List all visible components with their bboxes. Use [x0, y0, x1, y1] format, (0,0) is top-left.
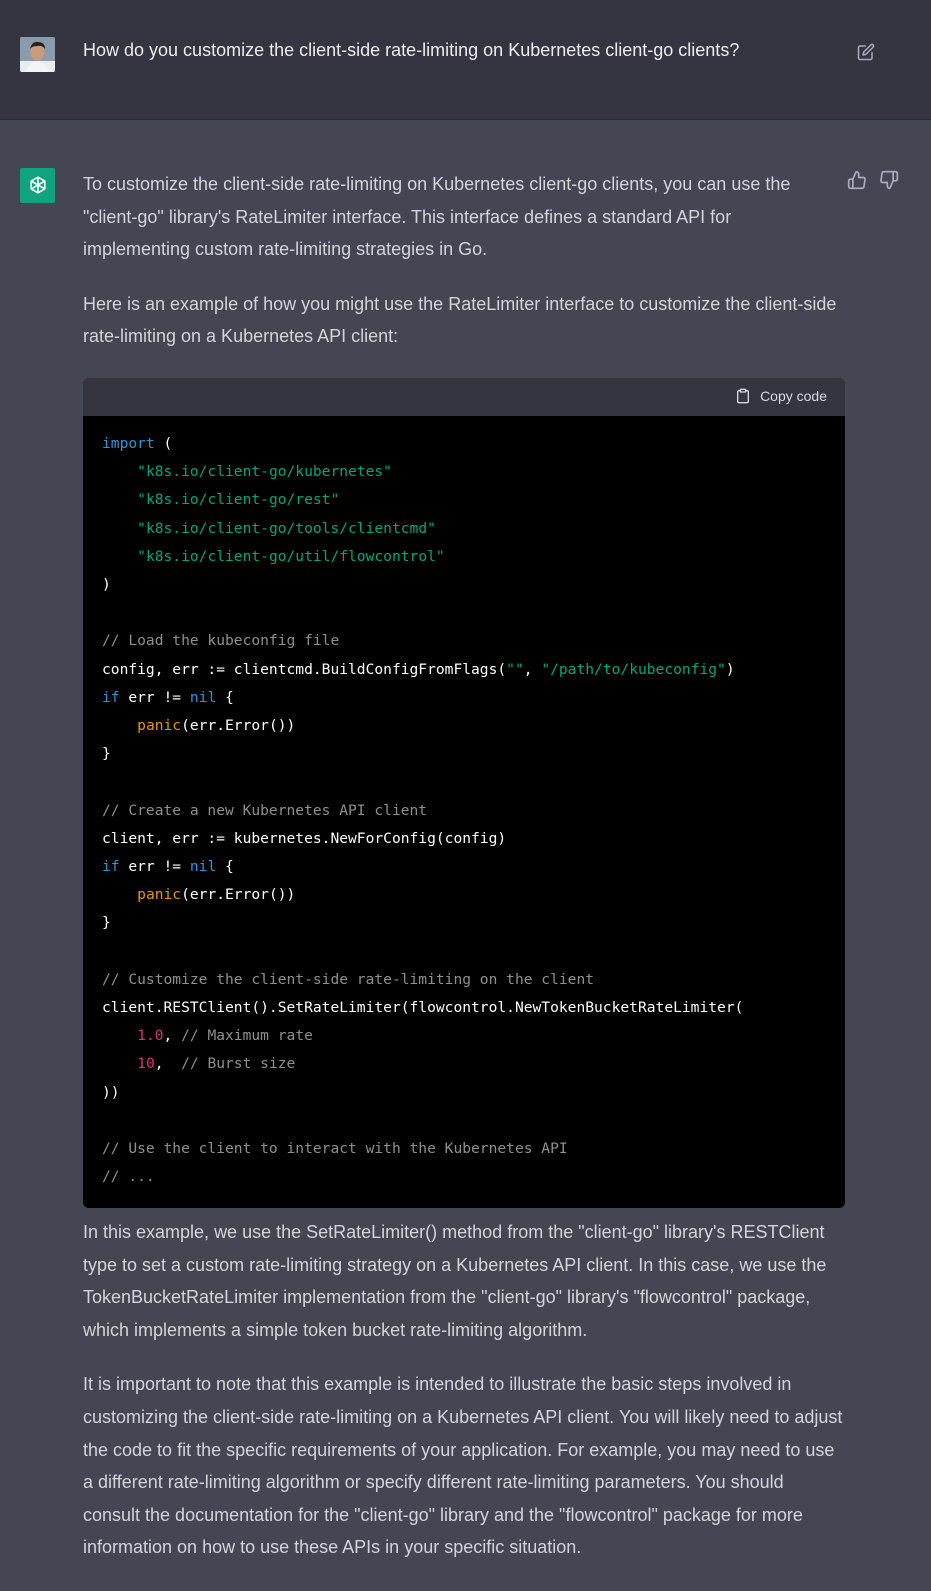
thumbs-up-icon[interactable]: [847, 170, 867, 190]
code-token: config, err := clientcmd.BuildConfigFrom…: [102, 660, 507, 678]
code-line: client.RESTClient().SetRateLimiter(flowc…: [102, 994, 826, 1022]
code-token: // Maximum rate: [181, 1027, 313, 1045]
code-token: ,: [523, 660, 542, 678]
code-token: "k8s.io/client-go/util/flowcontrol": [137, 547, 445, 565]
code-line: import (: [102, 430, 826, 458]
assistant-answer-continued: In this example, we use the SetRateLimit…: [83, 1216, 843, 1564]
user-message-row: How do you customize the client-side rat…: [0, 0, 931, 120]
code-line: panic(err.Error()): [102, 712, 826, 740]
code-token: ,: [154, 1055, 182, 1073]
code-line: if err != nil {: [102, 684, 826, 712]
code-line: // Customize the client-side rate-limiti…: [102, 966, 826, 994]
code-line: "k8s.io/client-go/util/flowcontrol": [102, 543, 826, 571]
answer-paragraph-4: It is important to note that this exampl…: [83, 1374, 843, 1558]
code-line: ​: [102, 768, 826, 796]
code-line: // Create a new Kubernetes API client: [102, 797, 826, 825]
code-token: "k8s.io/client-go/tools/clientcmd": [137, 519, 436, 537]
code-token: "k8s.io/client-go/kubernetes": [137, 463, 392, 481]
user-message-text: How do you customize the client-side rat…: [83, 40, 740, 60]
code-token: (: [154, 435, 173, 452]
code-token: client.RESTClient().SetRateLimiter(flowc…: [102, 999, 744, 1017]
code-token: "": [506, 660, 524, 678]
code-line: "k8s.io/client-go/tools/clientcmd": [102, 515, 826, 543]
code-token: err !=: [119, 858, 190, 876]
code-token: // Customize the client-side rate-limiti…: [102, 970, 595, 988]
code-line: )): [102, 1079, 826, 1107]
copy-code-label: Copy code: [760, 388, 827, 404]
code-content[interactable]: import ( "k8s.io/client-go/kubernetes" "…: [83, 416, 845, 1205]
user-avatar: [20, 37, 55, 72]
code-token: 1.0: [137, 1027, 164, 1045]
code-line: "k8s.io/client-go/rest": [102, 486, 826, 514]
code-line: "k8s.io/client-go/kubernetes": [102, 458, 826, 486]
code-token: client, err := kubernetes.NewForConfig(c…: [102, 829, 507, 847]
code-token: nil: [189, 858, 217, 876]
code-token: nil: [189, 688, 217, 706]
code-token: {: [216, 858, 234, 876]
code-line: }: [102, 909, 826, 937]
code-line: panic(err.Error()): [102, 881, 826, 909]
code-token: }: [102, 914, 111, 932]
code-token: if: [102, 688, 120, 706]
code-token: (err.Error()): [181, 717, 296, 735]
code-token: ): [102, 576, 111, 594]
thumbs-down-icon[interactable]: [879, 170, 899, 190]
code-token: // Load the kubeconfig file: [102, 632, 340, 650]
code-block: Copy code import ( "k8s.io/client-go/kub…: [83, 378, 845, 1208]
code-token: )): [102, 1083, 120, 1101]
code-line: config, err := clientcmd.BuildConfigFrom…: [102, 656, 826, 684]
code-line: ​: [102, 599, 826, 627]
code-block-header: Copy code: [83, 378, 845, 416]
answer-paragraph-2: Here is an example of how you might use …: [83, 293, 837, 347]
code-token: }: [102, 745, 111, 763]
code-line: // Load the kubeconfig file: [102, 627, 826, 655]
code-line: 1.0, // Maximum rate: [102, 1022, 826, 1050]
code-token: // ...: [102, 1168, 155, 1186]
code-token: err !=: [119, 688, 190, 706]
code-line: // ...: [102, 1163, 826, 1191]
assistant-answer: To customize the client-side rate-limiti…: [83, 168, 843, 353]
assistant-avatar: [20, 168, 55, 203]
code-token: (err.Error()): [181, 886, 296, 904]
code-line: 10, // Burst size: [102, 1050, 826, 1078]
code-token: // Burst size: [181, 1055, 296, 1073]
code-token: if: [102, 858, 120, 876]
code-line: ​: [102, 938, 826, 966]
answer-paragraph-1: To customize the client-side rate-limiti…: [83, 174, 791, 260]
clipboard-icon: [737, 388, 750, 404]
code-token: 10: [137, 1055, 155, 1073]
code-line: ​: [102, 1107, 826, 1135]
code-token: "/path/to/kubeconfig": [541, 660, 726, 678]
code-token: // Create a new Kubernetes API client: [102, 801, 428, 819]
code-token: // Use the client to interact with the K…: [102, 1140, 568, 1158]
code-line: client, err := kubernetes.NewForConfig(c…: [102, 825, 826, 853]
code-token: ,: [163, 1027, 182, 1045]
code-line: if err != nil {: [102, 853, 826, 881]
code-token: import: [102, 435, 155, 452]
pencil-square-icon[interactable]: [857, 43, 875, 61]
code-token: panic: [137, 886, 182, 904]
code-token: panic: [137, 717, 182, 735]
code-line: ): [102, 571, 826, 599]
code-line: }: [102, 740, 826, 768]
code-token: {: [216, 688, 234, 706]
copy-code-button[interactable]: Copy code: [735, 388, 827, 404]
code-token: "k8s.io/client-go/rest": [137, 491, 340, 509]
openai-logo-icon: [29, 175, 46, 194]
answer-paragraph-3: In this example, we use the SetRateLimit…: [83, 1222, 827, 1340]
code-token: ): [725, 660, 735, 678]
code-line: // Use the client to interact with the K…: [102, 1135, 826, 1163]
